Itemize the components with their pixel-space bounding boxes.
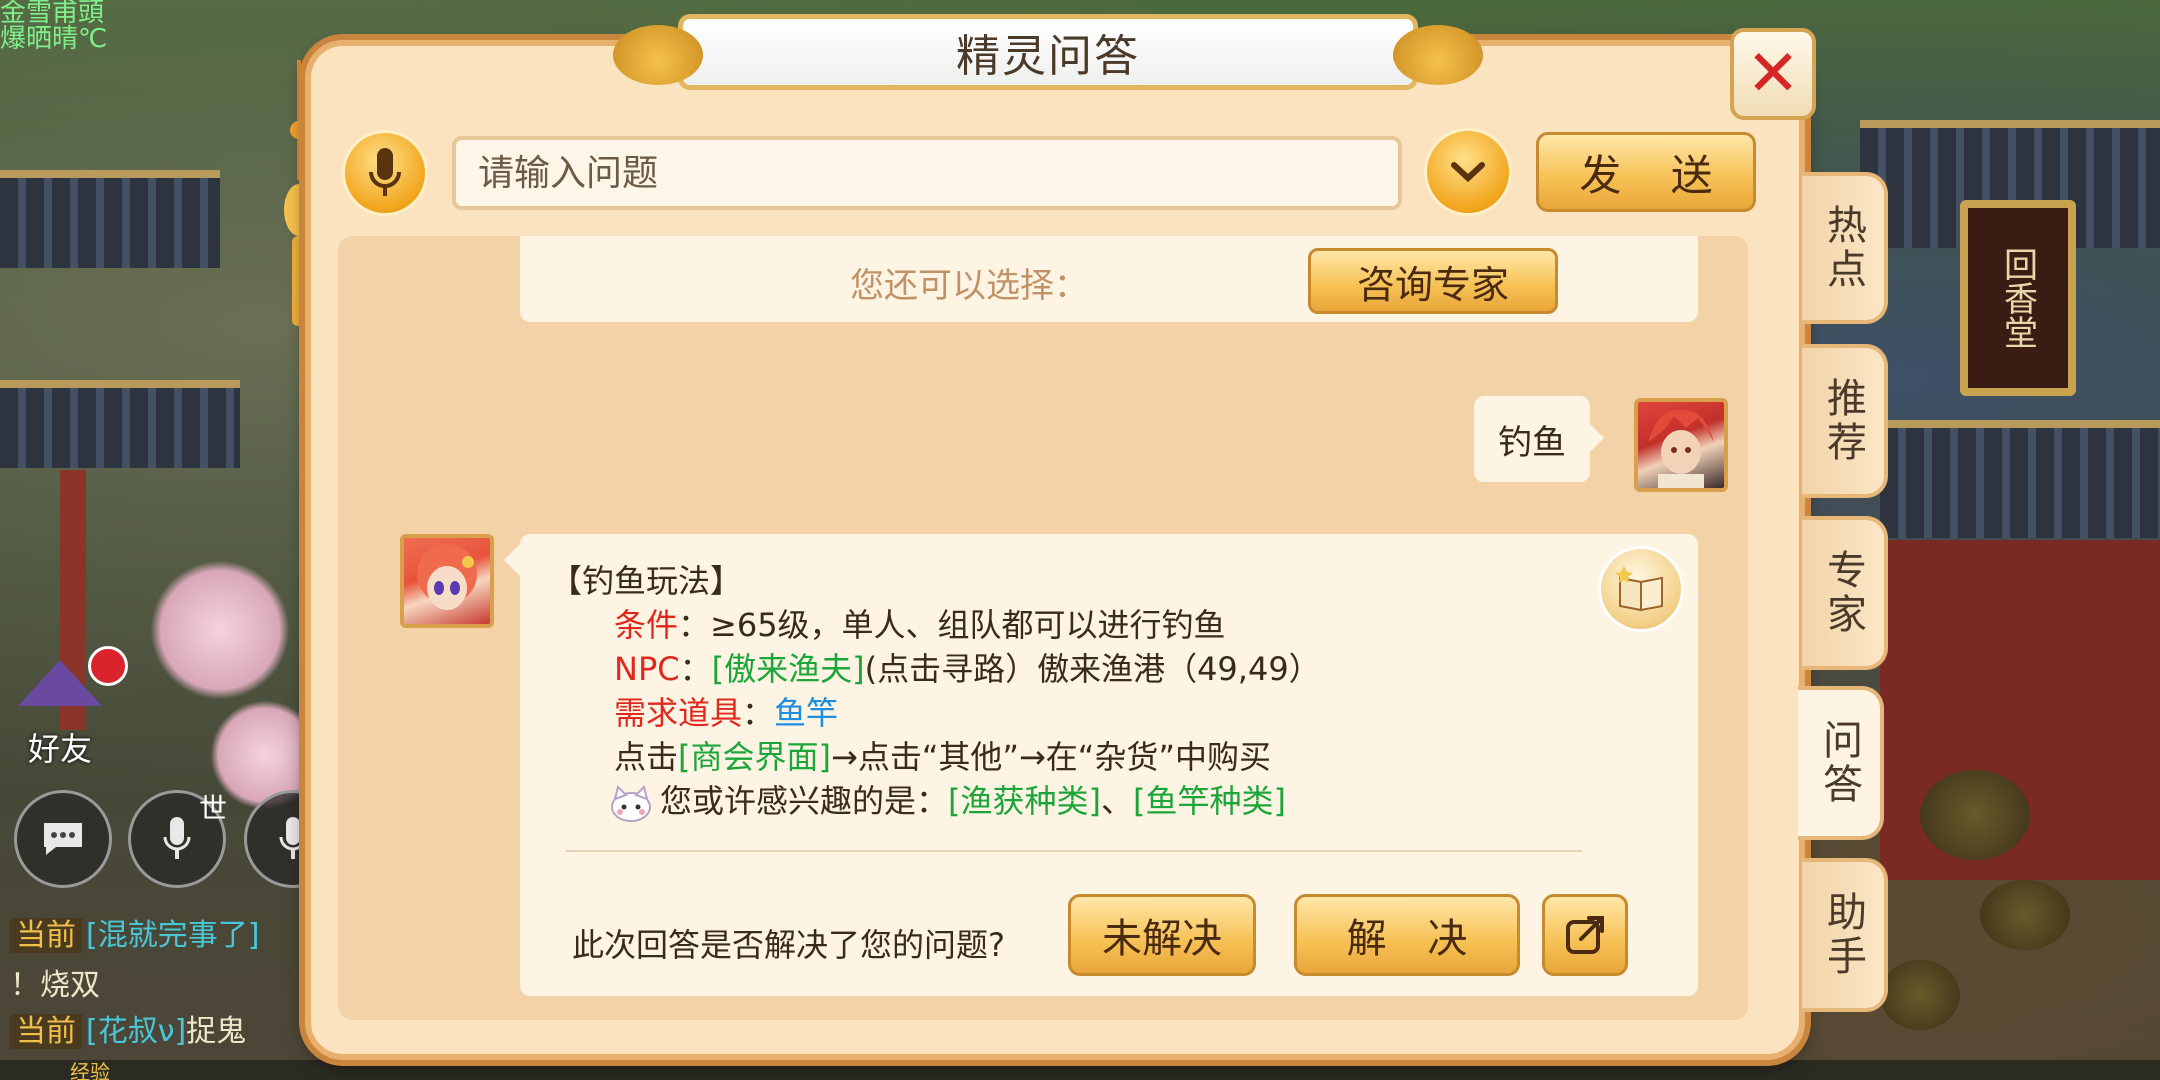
weather-readout: 金雪甫頭 爆晒晴℃ xyxy=(0,0,107,52)
share-icon xyxy=(1566,916,1604,954)
chat-channel-tag: 当前 xyxy=(10,918,82,953)
book-icon xyxy=(1615,566,1663,612)
chat-bubble-icon xyxy=(44,823,82,855)
npc-link[interactable]: [傲来渔夫] xyxy=(712,650,865,688)
interest-prefix: 您或许感兴趣的是： xyxy=(660,782,949,820)
required-item-link[interactable]: 鱼竿 xyxy=(774,694,838,732)
chat-player-name[interactable]: [混就完事了] xyxy=(86,918,259,953)
chat-line: 当前 [混就完事了] xyxy=(10,910,259,954)
cat-emoji-icon xyxy=(611,785,651,822)
consult-expert-button[interactable]: 咨询专家 xyxy=(1308,248,1558,314)
weather-text: 爆晒晴℃ xyxy=(0,24,108,54)
chat-bubble-button[interactable] xyxy=(14,790,112,888)
close-icon: ✕ xyxy=(1746,37,1800,111)
spirit-avatar xyxy=(400,534,494,628)
interest-separator: 、 xyxy=(1101,782,1134,820)
basket xyxy=(1880,960,1960,1030)
unresolved-button[interactable]: 未解决 xyxy=(1068,894,1256,976)
item-colon: ： xyxy=(742,694,775,732)
purchase-instructions: →点击“其他”→在“杂货”中购买 xyxy=(831,738,1271,776)
microphone-icon xyxy=(279,817,307,859)
tab-qa[interactable]: 问答 xyxy=(1798,686,1884,840)
chat-message: ！烧双 xyxy=(10,968,100,1003)
chevron-down-icon xyxy=(1451,162,1485,183)
microphone-icon xyxy=(163,817,191,859)
previous-answer-bubble: 您还可以选择： 咨询专家 xyxy=(520,236,1698,322)
exp-label: 经验 xyxy=(70,1060,110,1080)
resolved-button[interactable]: 解 决 xyxy=(1294,894,1520,976)
world-channel-label: 世 xyxy=(198,792,227,825)
user-message-text: 钓鱼 xyxy=(1498,422,1566,463)
answer-condition-line: 条件：≥65级，单人、组队都可以进行钓鱼 xyxy=(614,600,1226,646)
condition-text: ：≥65级，单人、组队都可以进行钓鱼 xyxy=(678,606,1226,644)
tab-assistant[interactable]: 助手 xyxy=(1802,858,1888,1012)
shop-sign-text: 回香堂 xyxy=(1997,247,2038,349)
guide-book-button[interactable] xyxy=(1598,546,1684,632)
conversation-area[interactable]: 您还可以选择： 咨询专家 钓鱼 【钓鱼玩法】 条件：≥65级，单人、组队都可以进… xyxy=(338,236,1748,1020)
basket xyxy=(1980,880,2070,950)
history-dropdown-button[interactable] xyxy=(1424,128,1512,216)
answer-divider xyxy=(566,850,1582,852)
right-roof-lower xyxy=(1880,420,2160,538)
spirit-answer-bubble: 【钓鱼玩法】 条件：≥65级，单人、组队都可以进行钓鱼 NPC：[傲来渔夫](点… xyxy=(504,534,1698,996)
answer-purchase-line: 点击[商会界面]→点击“其他”→在“杂货”中购买 xyxy=(614,732,1271,778)
shop-signboard: 回香堂 xyxy=(1960,200,2076,396)
left-roof-lower xyxy=(0,380,240,468)
title-ornament-left xyxy=(613,25,703,85)
answer-npc-line: NPC：[傲来渔夫](点击寻路）傲来渔港（49,49） xyxy=(614,644,1321,690)
rod-types-link[interactable]: [鱼竿种类] xyxy=(1133,782,1286,820)
friends-label: 好友 xyxy=(28,730,93,768)
tab-hot-label: 热点 xyxy=(1820,204,1866,292)
chat-message: 捉鬼 xyxy=(186,1014,247,1049)
answer-item-line: 需求道具：鱼竿 xyxy=(614,688,838,734)
chamber-of-commerce-link[interactable]: [商会界面] xyxy=(678,738,831,776)
choice-prompt: 您还可以选择： xyxy=(850,266,1088,306)
player-portrait-icon xyxy=(1648,409,1714,488)
tab-recommend-label: 推荐 xyxy=(1820,377,1866,465)
required-item-label: 需求道具 xyxy=(614,694,743,732)
close-button[interactable]: ✕ xyxy=(1730,28,1816,120)
npc-colon: ： xyxy=(679,650,712,688)
answer-heading: 【钓鱼玩法】 xyxy=(550,562,743,600)
spirit-portrait-icon xyxy=(417,544,477,610)
condition-label: 条件 xyxy=(614,606,679,644)
microphone-icon xyxy=(369,148,401,196)
npc-label: NPC xyxy=(614,650,680,688)
tab-assistant-label: 助手 xyxy=(1820,891,1866,979)
chat-player-name[interactable]: [花叔ν] xyxy=(86,1014,186,1049)
share-button[interactable] xyxy=(1542,894,1628,976)
tab-qa-label: 问答 xyxy=(1816,719,1862,807)
world-voice-button[interactable]: 世 xyxy=(128,790,227,888)
chat-channel-tag: 当前 xyxy=(10,1014,82,1049)
catch-types-link[interactable]: [渔获种类] xyxy=(948,782,1101,820)
blossom-tree xyxy=(150,560,290,700)
answer-interest-line: 您或许感兴趣的是：[渔获种类]、[鱼竿种类] xyxy=(608,776,1286,823)
npc-location-text[interactable]: (点击寻路）傲来渔港（49,49） xyxy=(865,650,1321,688)
left-roof xyxy=(0,170,220,268)
dialog-title-bar: 精灵问答 xyxy=(613,14,1483,90)
friends-button[interactable]: 好友 xyxy=(10,646,128,768)
tab-expert-label: 专家 xyxy=(1820,549,1866,637)
send-button[interactable]: 发 送 xyxy=(1536,132,1756,212)
user-message-bubble: 钓鱼 xyxy=(1474,396,1604,482)
notification-dot xyxy=(88,646,128,686)
feedback-question: 此次回答是否解决了您的问题? xyxy=(572,926,1005,964)
voice-input-button[interactable] xyxy=(342,130,428,216)
dialog-title: 精灵问答 xyxy=(956,31,1140,82)
tab-recommend[interactable]: 推荐 xyxy=(1802,344,1888,498)
exp-bar: 经验 xyxy=(0,1060,2160,1080)
user-avatar[interactable] xyxy=(1634,398,1728,492)
tab-expert[interactable]: 专家 xyxy=(1802,516,1888,670)
location-text: 金雪甫頭 xyxy=(0,0,105,28)
tab-hot[interactable]: 热点 xyxy=(1802,172,1888,324)
basket xyxy=(1920,770,2030,860)
question-input[interactable] xyxy=(452,136,1402,210)
title-ornament-right xyxy=(1393,25,1483,85)
purchase-prefix: 点击 xyxy=(614,738,679,776)
chat-line: ！烧双 xyxy=(10,960,100,1004)
chat-line: 当前 [花叔ν]捉鬼 xyxy=(10,1006,246,1050)
